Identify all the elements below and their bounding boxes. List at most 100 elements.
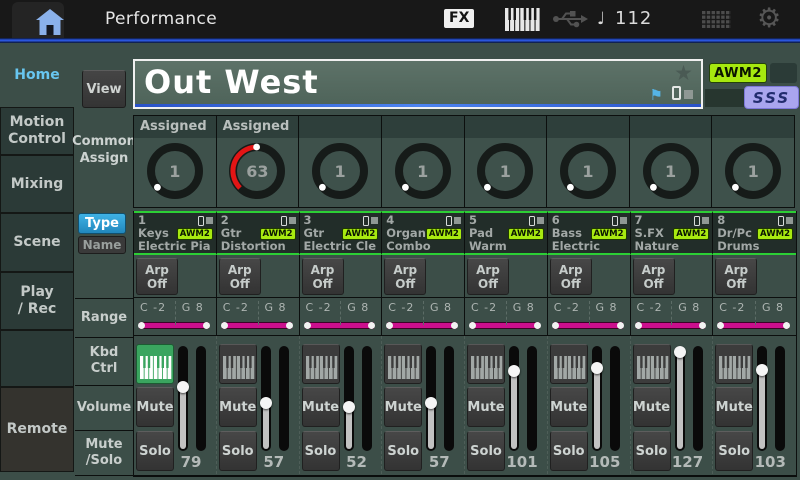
mute-button[interactable]: Mute: [219, 387, 257, 427]
name-button[interactable]: Name: [78, 236, 126, 254]
arp-button[interactable]: Arp Off: [467, 258, 509, 295]
part-header[interactable]: 8 Dr/Pc AWM2 Drums: [713, 211, 796, 255]
fader-handle[interactable]: [177, 381, 189, 393]
kbd-ctrl-button[interactable]: [715, 344, 753, 384]
part-header[interactable]: 6 Bass AWM2 Electric: [548, 211, 631, 255]
range-low-note: C -2: [223, 301, 249, 314]
part-header[interactable]: 3 Gtr AWM2 Electric Cle: [300, 211, 383, 255]
kbd-ctrl-button[interactable]: [302, 344, 340, 384]
range-high-note: G 8: [762, 301, 784, 314]
part-header[interactable]: 2 Gtr AWM2 Distortion: [217, 211, 300, 255]
favorite-star-icon[interactable]: ★: [674, 61, 693, 85]
mute-button[interactable]: Mute: [467, 387, 505, 427]
volume-fader[interactable]: [344, 346, 354, 451]
sidebar-item-mixing[interactable]: Mixing: [0, 155, 74, 213]
keyboard-icon: [719, 356, 751, 379]
arp-row: Arp Off: [217, 255, 300, 298]
note-range-cell[interactable]: C -2 G 8: [134, 298, 217, 336]
assign-knob-cell[interactable]: Assigned 1: [134, 116, 217, 207]
part-header[interactable]: 4 Organ AWM2 Combo: [382, 211, 465, 255]
assign-knob[interactable]: 63: [226, 140, 288, 202]
assign-knob-cell[interactable]: 1: [630, 116, 713, 207]
fader-handle[interactable]: [756, 364, 768, 376]
volume-fader[interactable]: [426, 346, 436, 451]
volume-fader[interactable]: [261, 346, 271, 451]
arp-button[interactable]: Arp Off: [384, 258, 426, 295]
sidebar-item-motion-control[interactable]: Motion Control: [0, 107, 74, 155]
arp-button[interactable]: Arp Off: [633, 258, 675, 295]
mute-button[interactable]: Mute: [384, 387, 422, 427]
quick-setup-grid-icon[interactable]: [702, 11, 731, 29]
level-meter: [527, 346, 537, 451]
assign-knob-cell[interactable]: 1: [382, 116, 465, 207]
volume-fader[interactable]: [178, 346, 188, 451]
volume-fader[interactable]: [509, 346, 519, 451]
note-range-cell[interactable]: C -2 G 8: [713, 298, 796, 336]
performance-name-box[interactable]: Out West ★ ⚑: [133, 59, 703, 109]
assign-knob-cell[interactable]: 1: [299, 116, 382, 207]
type-button[interactable]: Type: [78, 213, 126, 234]
assign-knob[interactable]: 1: [722, 140, 784, 202]
mute-button[interactable]: Mute: [715, 387, 753, 427]
kbd-ctrl-button[interactable]: [467, 344, 505, 384]
part-header[interactable]: 5 Pad AWM2 Warm: [465, 211, 548, 255]
assign-knob-cell[interactable]: Assigned 63: [217, 116, 300, 207]
fader-handle[interactable]: [260, 397, 272, 409]
mute-button[interactable]: Mute: [633, 387, 671, 427]
sidebar-item-home[interactable]: Home: [0, 43, 74, 107]
knob-value: 1: [144, 140, 206, 202]
assign-knob[interactable]: 1: [144, 140, 206, 202]
range-high-note: G 8: [595, 301, 617, 314]
part-header[interactable]: 1 Keys AWM2 Electric Pia: [134, 211, 217, 255]
note-range-cell[interactable]: C -2 G 8: [465, 298, 548, 336]
sidebar-item-remote[interactable]: Remote: [0, 387, 74, 472]
assign-knob-cell[interactable]: 1: [547, 116, 630, 207]
assign-knob-cell[interactable]: 1: [465, 116, 548, 207]
storage-icon: [694, 216, 709, 226]
kbd-ctrl-button[interactable]: [384, 344, 422, 384]
mute-button[interactable]: Mute: [136, 387, 174, 427]
kbd-ctrl-button[interactable]: [219, 344, 257, 384]
arp-button[interactable]: Arp Off: [302, 258, 344, 295]
sidebar-item-play-rec[interactable]: Play / Rec: [0, 272, 74, 330]
arp-button[interactable]: Arp Off: [136, 258, 178, 295]
assign-knob-cell[interactable]: 1: [712, 116, 794, 207]
note-range-cell[interactable]: C -2 G 8: [548, 298, 631, 336]
assign-knob[interactable]: 1: [640, 140, 702, 202]
assign-knob[interactable]: 1: [392, 140, 454, 202]
home-button[interactable]: [12, 2, 64, 38]
part-header[interactable]: 7 S.FX AWM2 Nature: [631, 211, 714, 255]
kbd-ctrl-button[interactable]: [550, 344, 588, 384]
fader-handle[interactable]: [343, 401, 355, 413]
utility-gear-icon[interactable]: ⚙: [757, 2, 781, 36]
tempo-value[interactable]: 112: [615, 0, 652, 38]
mute-button[interactable]: Mute: [302, 387, 340, 427]
sidebar-item-scene[interactable]: Scene: [0, 213, 74, 272]
mute-button[interactable]: Mute: [550, 387, 588, 427]
kbd-ctrl-button[interactable]: [136, 344, 174, 384]
volume-fader[interactable]: [757, 346, 767, 451]
fader-handle[interactable]: [591, 362, 603, 374]
fx-indicator[interactable]: FX: [444, 9, 474, 28]
volume-fader[interactable]: [675, 346, 685, 451]
range-bar: [718, 322, 789, 329]
assign-knob[interactable]: 1: [309, 140, 371, 202]
engine-badge: AWM2: [426, 228, 461, 240]
kbd-ctrl-button[interactable]: [633, 344, 671, 384]
arp-button[interactable]: Arp Off: [550, 258, 592, 295]
arp-label-line1: Arp: [476, 263, 500, 277]
note-range-cell[interactable]: C -2 G 8: [382, 298, 465, 336]
fader-handle[interactable]: [508, 365, 520, 377]
arp-button[interactable]: Arp Off: [715, 258, 757, 295]
assign-knob[interactable]: 1: [474, 140, 536, 202]
fader-handle[interactable]: [674, 346, 686, 358]
fader-handle[interactable]: [425, 397, 437, 409]
note-range-cell[interactable]: C -2 G 8: [631, 298, 714, 336]
note-range-cell[interactable]: C -2 G 8: [217, 298, 300, 336]
view-button[interactable]: View: [82, 70, 126, 108]
arp-row: Arp Off: [465, 255, 548, 298]
arp-button[interactable]: Arp Off: [219, 258, 261, 295]
assign-knob[interactable]: 1: [557, 140, 619, 202]
volume-fader[interactable]: [592, 346, 602, 451]
note-range-cell[interactable]: C -2 G 8: [300, 298, 383, 336]
